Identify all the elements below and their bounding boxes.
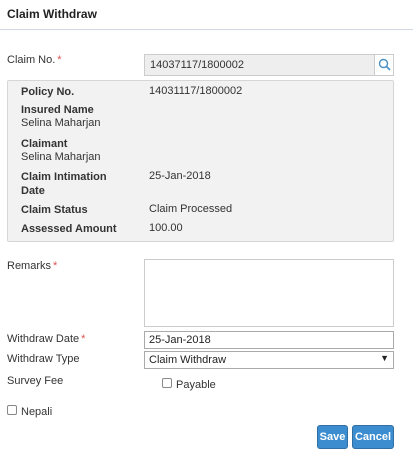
required-mark: * — [57, 54, 62, 66]
claim-status-value: Claim Processed — [149, 203, 233, 215]
withdraw-type-selected: Claim Withdraw — [149, 354, 227, 366]
claim-search-button[interactable] — [374, 55, 393, 75]
claim-no-value: 14037117/1800002 — [150, 59, 245, 71]
required-mark: * — [81, 333, 86, 345]
withdraw-date-label: Withdraw Date * — [7, 333, 86, 345]
withdraw-type-label: Withdraw Type — [7, 353, 80, 365]
assessed-amount-label: Assessed Amount — [21, 223, 117, 235]
claimant-value: Selina Maharjan — [21, 151, 101, 163]
claim-status-label: Claim Status — [21, 204, 88, 216]
payable-checkbox[interactable] — [162, 378, 172, 388]
withdraw-type-select[interactable]: Claim Withdraw ▼ — [144, 351, 394, 369]
assessed-amount-value: 100.00 — [149, 222, 183, 234]
remarks-label: Remarks * — [7, 260, 58, 272]
cancel-button[interactable]: Cancel — [352, 425, 394, 449]
save-button[interactable]: Save — [317, 425, 348, 449]
nepali-label: Nepali — [21, 406, 53, 418]
claimant-label: Claimant — [21, 138, 68, 150]
required-mark: * — [53, 260, 58, 272]
claim-intimation-value: 25-Jan-2018 — [149, 170, 211, 182]
claim-details-panel: Policy No. 14031117/1800002 Insured Name… — [7, 80, 394, 242]
insured-name-value: Selina Maharjan — [21, 117, 101, 129]
policy-no-value: 14031117/1800002 — [149, 85, 243, 97]
policy-no-label: Policy No. — [21, 86, 75, 98]
remarks-textarea[interactable] — [144, 259, 394, 327]
payable-label: Payable — [176, 379, 216, 391]
title-divider — [0, 29, 413, 30]
survey-fee-label: Survey Fee — [7, 375, 64, 387]
insured-name-label: Insured Name — [21, 104, 94, 116]
caret-down-icon: ▼ — [380, 353, 389, 363]
claim-intimation-label: Claim Intimation — [21, 171, 107, 183]
withdraw-date-value: 25-Jan-2018 — [149, 334, 211, 346]
claim-intimation-label-line2: Date — [21, 185, 45, 197]
withdraw-date-input[interactable]: 25-Jan-2018 — [144, 331, 394, 349]
nepali-checkbox[interactable] — [7, 405, 17, 415]
search-icon — [378, 58, 391, 71]
claim-no-label: Claim No. * — [7, 54, 62, 66]
page-title: Claim Withdraw — [7, 7, 97, 21]
claim-no-field[interactable]: 14037117/1800002 — [144, 54, 394, 76]
